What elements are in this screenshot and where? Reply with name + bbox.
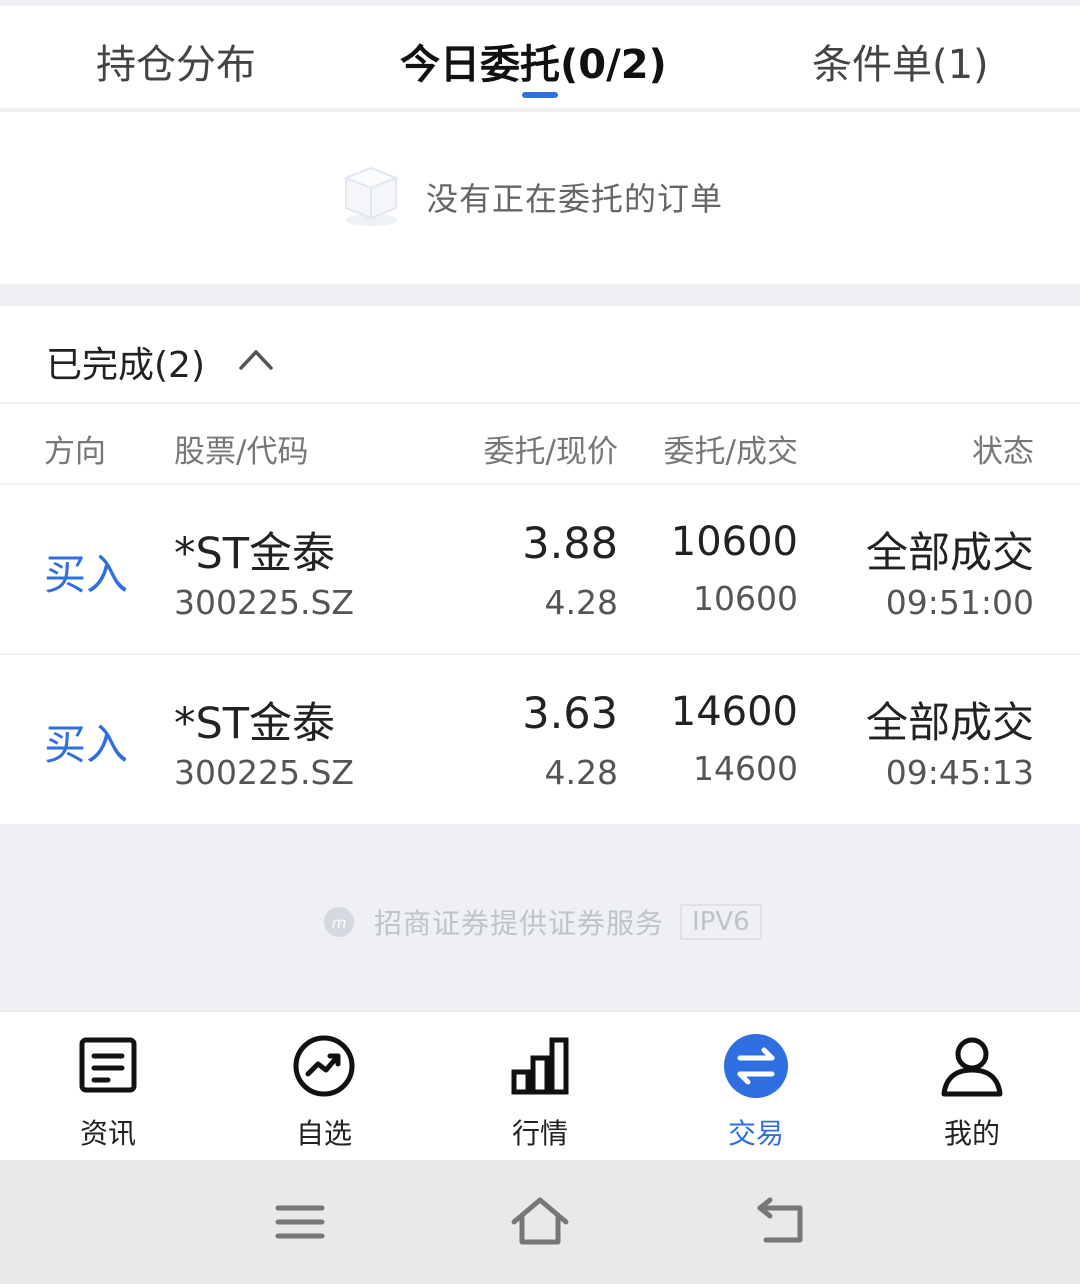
order-row[interactable]: 买入 *ST金泰 300225.SZ 3.63 4.28 14600 14600… xyxy=(0,655,1080,825)
market-bars-icon xyxy=(511,1037,569,1095)
order-direction: 买入 xyxy=(44,720,129,769)
bottom-nav: 资讯 自选 行情 交易 我的 xyxy=(0,1010,1080,1160)
stock-code: 300225.SZ xyxy=(174,583,355,622)
back-icon[interactable] xyxy=(752,1196,812,1248)
nav-market[interactable]: 行情 xyxy=(432,1012,648,1162)
nav-watchlist-label: 自选 xyxy=(295,1117,352,1150)
completed-section: 已完成(2) 方向 股票/代码 委托/现价 委托/成交 状态 买入 *ST金泰 … xyxy=(0,306,1080,824)
order-direction: 买入 xyxy=(44,550,129,599)
tab-bar: 持仓分布 今日委托(0/2) 条件单(1) xyxy=(0,6,1080,110)
order-price: 3.63 xyxy=(522,689,618,739)
watchlist-trend-icon xyxy=(293,1035,355,1097)
provider-text: 招商证券提供证券服务 xyxy=(374,907,665,940)
nav-watchlist[interactable]: 自选 xyxy=(216,1012,432,1162)
divider xyxy=(0,402,1080,404)
tab-today-orders[interactable]: 今日委托(0/2) xyxy=(400,32,667,90)
provider-note: m 招商证券提供证券服务 IPV6 xyxy=(322,904,762,940)
tab-holdings[interactable]: 持仓分布 xyxy=(96,32,256,90)
order-price: 3.88 xyxy=(522,519,618,569)
tab-conditional-orders[interactable]: 条件单(1) xyxy=(812,32,989,90)
trade-exchange-icon xyxy=(724,1034,788,1098)
news-icon xyxy=(79,1037,137,1093)
order-time: 09:51:00 xyxy=(885,583,1034,622)
current-price: 4.28 xyxy=(544,753,618,792)
empty-state: 没有正在委托的订单 xyxy=(0,112,1080,284)
active-tab-indicator xyxy=(522,92,558,98)
empty-box-icon xyxy=(343,166,399,226)
header-quantity: 委托/成交 xyxy=(663,434,798,470)
chevron-up-icon[interactable] xyxy=(238,346,274,372)
nav-news[interactable]: 资讯 xyxy=(0,1012,216,1162)
order-row[interactable]: 买入 *ST金泰 300225.SZ 3.88 4.28 10600 10600… xyxy=(0,485,1080,655)
empty-state-text: 没有正在委托的订单 xyxy=(426,180,724,218)
order-quantity: 14600 xyxy=(670,689,798,735)
ipv6-badge: IPV6 xyxy=(680,904,762,940)
home-icon[interactable] xyxy=(510,1196,570,1248)
broker-logo-icon: m xyxy=(324,907,354,937)
filled-quantity: 10600 xyxy=(693,579,798,618)
header-stock: 股票/代码 xyxy=(174,434,309,470)
stock-name: *ST金泰 xyxy=(174,699,336,749)
current-price: 4.28 xyxy=(544,583,618,622)
order-status: 全部成交 xyxy=(865,698,1034,747)
nav-market-label: 行情 xyxy=(511,1117,568,1150)
completed-title[interactable]: 已完成(2) xyxy=(46,336,205,388)
system-nav-bar xyxy=(0,1160,1080,1284)
filled-quantity: 14600 xyxy=(693,749,798,788)
nav-trade-label: 交易 xyxy=(727,1117,784,1150)
nav-profile-label: 我的 xyxy=(943,1117,1000,1150)
order-time: 09:45:13 xyxy=(885,753,1034,792)
nav-news-label: 资讯 xyxy=(79,1117,136,1150)
profile-icon xyxy=(941,1037,1003,1097)
order-quantity: 10600 xyxy=(670,519,798,565)
svg-text:m: m xyxy=(332,914,347,932)
nav-profile[interactable]: 我的 xyxy=(864,1012,1080,1162)
header-status: 状态 xyxy=(972,434,1034,470)
stock-name: *ST金泰 xyxy=(174,529,336,579)
stock-code: 300225.SZ xyxy=(174,753,355,792)
header-direction: 方向 xyxy=(44,434,106,470)
header-price: 委托/现价 xyxy=(483,434,618,470)
menu-icon[interactable] xyxy=(270,1196,330,1248)
nav-trade[interactable]: 交易 xyxy=(648,1012,864,1162)
order-status: 全部成交 xyxy=(865,528,1034,577)
